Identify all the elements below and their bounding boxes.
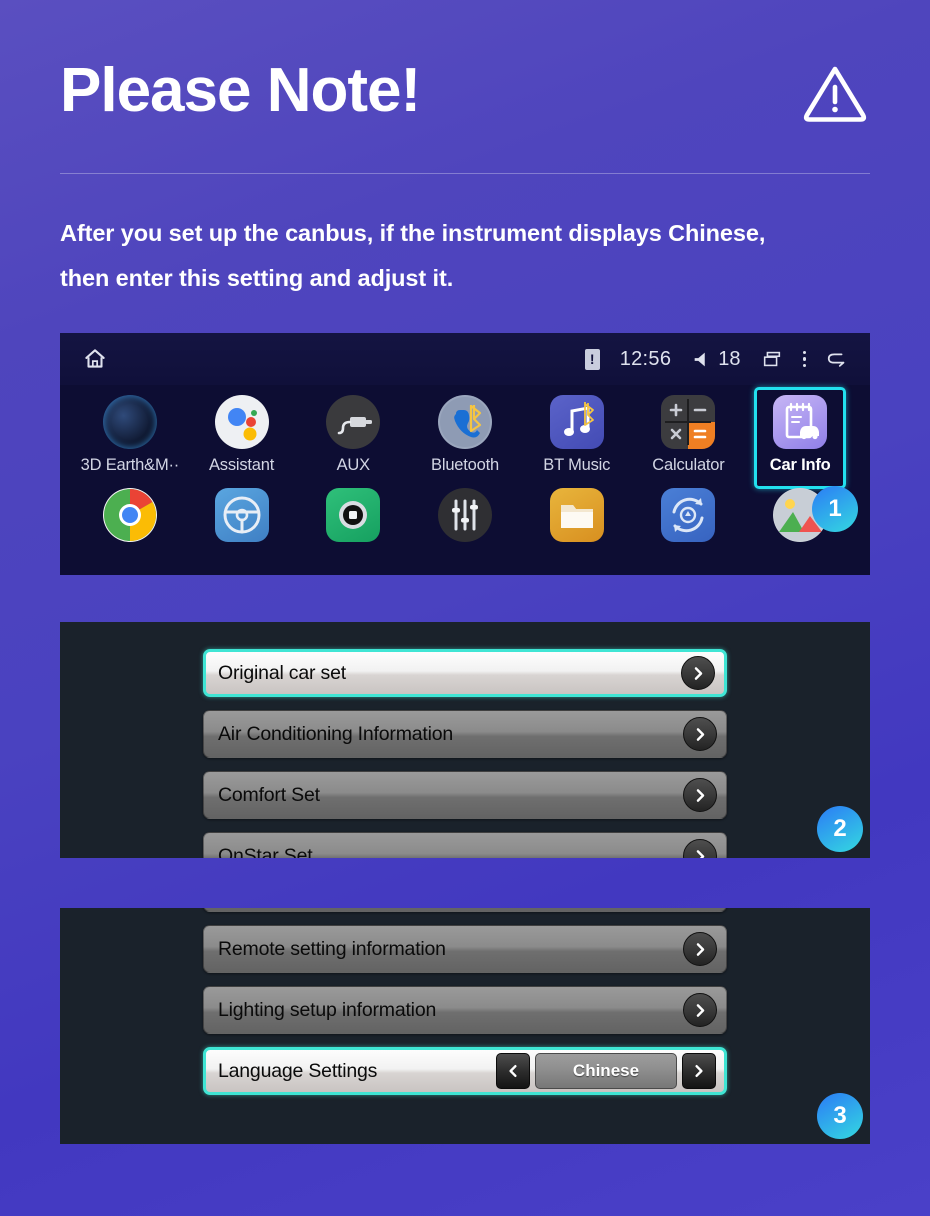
app-row-2: 1 xyxy=(74,484,859,542)
chevron-right-icon[interactable] xyxy=(683,993,717,1027)
app-bt-music[interactable]: BT Music xyxy=(521,391,633,475)
app-label: AUX xyxy=(336,456,371,474)
aux-plug-icon xyxy=(326,395,381,449)
settings-row-remote-setting[interactable]: Remote setting information xyxy=(203,925,727,973)
settings-row-label: Language Settings xyxy=(218,1059,378,1082)
android-launcher-screenshot: ! 12:56 18 3D Earth&M·· Assistant AUX Bl… xyxy=(60,333,870,575)
step-badge-2: 2 xyxy=(817,806,863,852)
intro-line-2: then enter this setting and adjust it. xyxy=(60,265,454,291)
chevron-right-icon[interactable] xyxy=(682,1053,716,1089)
chevron-right-icon[interactable] xyxy=(683,717,717,751)
app-steering-wheel[interactable] xyxy=(186,484,298,542)
settings-row-label: Lighting setup information xyxy=(218,998,437,1021)
app-aux[interactable]: AUX xyxy=(297,391,409,475)
app-label: Calculator xyxy=(652,456,725,474)
car-settings-panel-a: Original car set Air Conditioning Inform… xyxy=(60,622,870,858)
intro-line-1: After you set up the canbus, if the inst… xyxy=(60,220,766,246)
chevron-right-icon[interactable] xyxy=(683,932,717,966)
settings-row-label: Air Conditioning Information xyxy=(218,722,454,745)
recorder-icon xyxy=(326,488,381,542)
app-chrome[interactable] xyxy=(74,484,186,542)
settings-row-air-conditioning[interactable]: Air Conditioning Information xyxy=(203,710,727,758)
chrome-icon xyxy=(102,488,157,542)
intro-text: After you set up the canbus, if the inst… xyxy=(60,211,890,301)
volume-indicator[interactable]: 18 xyxy=(691,347,741,371)
steering-wheel-icon xyxy=(214,488,269,542)
settings-row-onstar-set[interactable]: OnStar Set xyxy=(203,832,727,858)
car-settings-panel-b: Lock setting information Remote setting … xyxy=(60,908,870,1144)
app-3d-earth[interactable]: 3D Earth&M·· xyxy=(74,391,186,475)
warning-triangle-icon xyxy=(803,66,867,122)
language-value[interactable]: Chinese xyxy=(535,1053,677,1089)
app-recorder[interactable] xyxy=(297,484,409,542)
file-manager-icon xyxy=(549,488,604,542)
bluetooth-music-icon xyxy=(549,395,604,449)
status-clock: 12:56 xyxy=(619,347,672,370)
app-bluetooth[interactable]: Bluetooth xyxy=(409,391,521,475)
page-title: Please Note! xyxy=(60,56,421,125)
settings-row-original-car-set[interactable]: Original car set xyxy=(203,649,727,697)
language-spinner: Chinese xyxy=(496,1053,716,1089)
app-assistant[interactable]: Assistant xyxy=(186,391,298,475)
app-file-manager[interactable] xyxy=(521,484,633,542)
app-car-info[interactable]: Car Info xyxy=(744,387,856,489)
settings-row-comfort-set[interactable]: Comfort Set xyxy=(203,771,727,819)
overflow-menu-icon[interactable] xyxy=(802,350,806,368)
app-equalizer[interactable] xyxy=(409,484,521,542)
settings-row-label: Comfort Set xyxy=(218,783,320,806)
app-grid: 3D Earth&M·· Assistant AUX Bluetooth BT … xyxy=(60,385,870,542)
app-label: BT Music xyxy=(543,456,611,474)
chevron-left-icon[interactable] xyxy=(496,1053,530,1089)
settings-row-list-a: Original car set Air Conditioning Inform… xyxy=(203,649,727,858)
bluetooth-phone-icon xyxy=(438,395,493,449)
car-info-icon xyxy=(773,395,828,449)
volume-level: 18 xyxy=(718,347,741,370)
app-calculator[interactable]: Calculator xyxy=(633,391,745,475)
chevron-right-icon[interactable] xyxy=(683,839,717,858)
assistant-icon xyxy=(214,395,269,449)
status-bar: ! 12:56 18 xyxy=(60,333,870,385)
app-label: Assistant xyxy=(209,456,275,474)
calculator-icon xyxy=(661,395,716,449)
app-label: Bluetooth xyxy=(431,456,499,474)
page-header: Please Note! xyxy=(60,52,870,152)
volume-icon xyxy=(694,352,705,367)
settings-row-language-settings[interactable]: Language Settings Chinese xyxy=(203,1047,727,1095)
equalizer-icon xyxy=(438,488,493,542)
home-icon[interactable] xyxy=(82,346,108,372)
earth-icon xyxy=(102,395,157,449)
sync-update-icon xyxy=(661,488,716,542)
settings-row-label: Original car set xyxy=(218,661,346,684)
settings-row-lighting-setup[interactable]: Lighting setup information xyxy=(203,986,727,1034)
header-divider xyxy=(60,173,870,174)
settings-row-list-b: Lock setting information Remote setting … xyxy=(203,908,727,1108)
gallery-badge: 1 xyxy=(812,486,859,532)
app-sync-update[interactable] xyxy=(633,484,745,542)
settings-row-label: OnStar Set xyxy=(218,844,313,859)
settings-row-label: Remote setting information xyxy=(218,937,446,960)
status-warning-badge: ! xyxy=(584,348,600,370)
settings-row-lock-setting[interactable]: Lock setting information xyxy=(203,908,727,912)
chevron-right-icon[interactable] xyxy=(683,778,717,812)
app-gallery[interactable]: 1 xyxy=(744,484,859,542)
app-label: 3D Earth&M·· xyxy=(80,456,180,474)
step-badge-3: 3 xyxy=(817,1093,863,1139)
back-icon[interactable] xyxy=(826,348,848,370)
app-row-1: 3D Earth&M·· Assistant AUX Bluetooth BT … xyxy=(74,387,856,489)
chevron-right-icon[interactable] xyxy=(681,656,715,690)
recent-apps-icon[interactable] xyxy=(761,348,783,370)
